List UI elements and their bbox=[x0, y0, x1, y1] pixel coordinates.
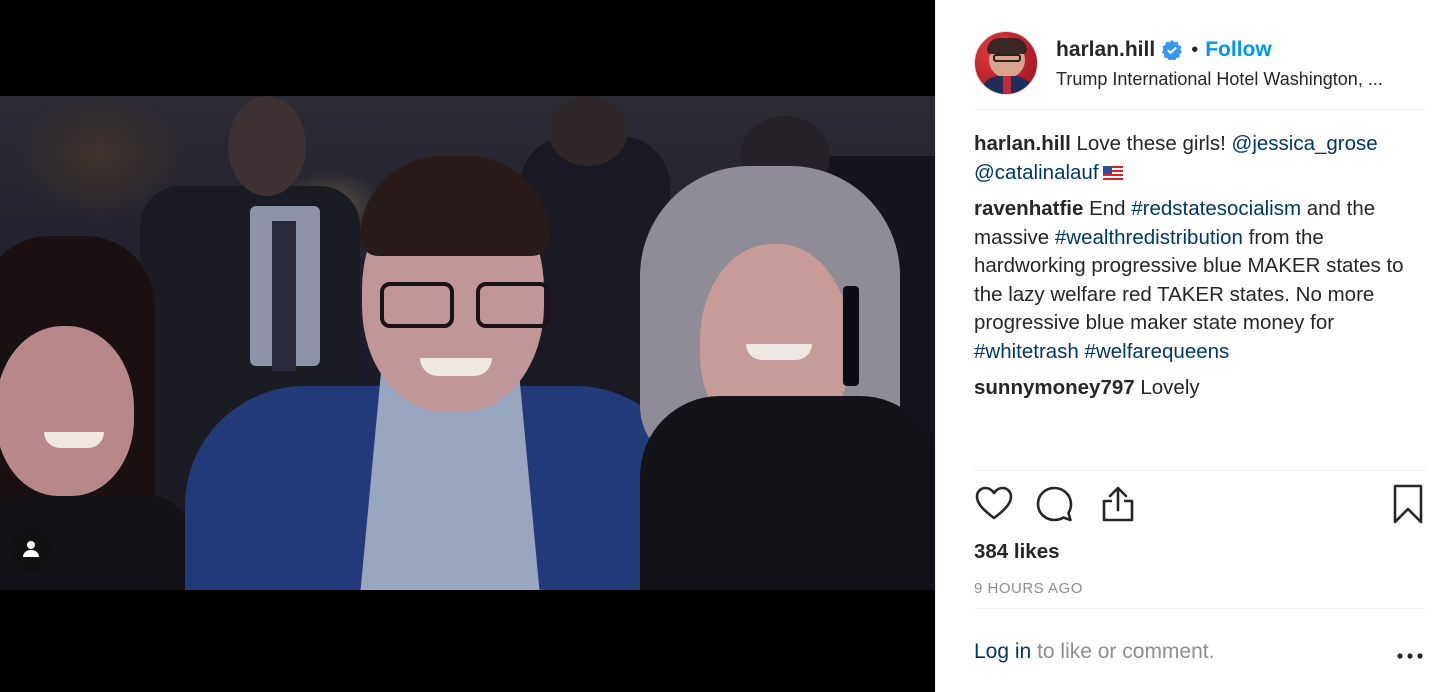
comment-icon[interactable] bbox=[1034, 484, 1074, 524]
follow-button[interactable]: Follow bbox=[1205, 38, 1272, 62]
likes-count[interactable]: 384 likes bbox=[974, 540, 1060, 564]
mention-link[interactable]: @catalinalauf bbox=[974, 161, 1099, 184]
verified-badge-icon bbox=[1162, 40, 1183, 60]
avatar[interactable] bbox=[974, 30, 1038, 95]
caption-text: Love these girls! bbox=[1076, 132, 1226, 155]
post-media[interactable] bbox=[0, 0, 935, 692]
comment-username[interactable]: ravenhatfie bbox=[974, 197, 1083, 220]
post-timestamp[interactable]: 9 HOURS AGO bbox=[974, 580, 1083, 597]
mention-link[interactable]: @jessica_grose bbox=[1232, 132, 1378, 155]
login-prompt: Log in to like or comment. bbox=[974, 640, 1214, 664]
post-header: harlan.hill • Follow Trump International… bbox=[974, 16, 1426, 110]
hashtag-link[interactable]: #whitetrash bbox=[974, 340, 1079, 363]
comment-item: ravenhatfie End #redstatesocialism and t… bbox=[974, 195, 1426, 366]
hashtag-link[interactable]: #redstatesocialism bbox=[1131, 197, 1301, 220]
comment-text: Lovely bbox=[1140, 376, 1200, 399]
bookmark-icon[interactable] bbox=[1388, 484, 1428, 524]
hashtag-link[interactable]: #wealthredistribution bbox=[1055, 226, 1243, 249]
share-icon[interactable] bbox=[1098, 484, 1138, 524]
user-tag-button[interactable] bbox=[10, 528, 52, 570]
hashtag-link[interactable]: #welfarequeens bbox=[1085, 340, 1230, 363]
login-prompt-text: to like or comment. bbox=[1037, 640, 1215, 663]
heart-icon[interactable] bbox=[974, 484, 1014, 524]
login-link[interactable]: Log in bbox=[974, 640, 1031, 663]
post-photo[interactable] bbox=[0, 96, 935, 590]
comment-item: sunnymoney797 Lovely bbox=[974, 374, 1426, 403]
post-panel: harlan.hill • Follow Trump International… bbox=[935, 0, 1456, 692]
post-username[interactable]: harlan.hill bbox=[1056, 38, 1155, 62]
post-location[interactable]: Trump International Hotel Washington, ..… bbox=[1056, 69, 1383, 90]
comment-username[interactable]: sunnymoney797 bbox=[974, 376, 1135, 399]
action-bar bbox=[974, 484, 1426, 528]
more-dots-icon[interactable] bbox=[1396, 652, 1424, 660]
divider bbox=[974, 470, 1426, 471]
caption-username[interactable]: harlan.hill bbox=[974, 132, 1071, 155]
caption: harlan.hill Love these girls! @jessica_g… bbox=[974, 130, 1426, 187]
user-tag-icon bbox=[23, 541, 39, 557]
flag-us-icon bbox=[1102, 165, 1123, 180]
header-separator: • bbox=[1191, 38, 1199, 61]
comments-list: harlan.hill Love these girls! @jessica_g… bbox=[974, 130, 1426, 411]
comment-text: End bbox=[1089, 197, 1126, 220]
divider bbox=[974, 608, 1426, 609]
instagram-post: harlan.hill • Follow Trump International… bbox=[0, 0, 1456, 692]
